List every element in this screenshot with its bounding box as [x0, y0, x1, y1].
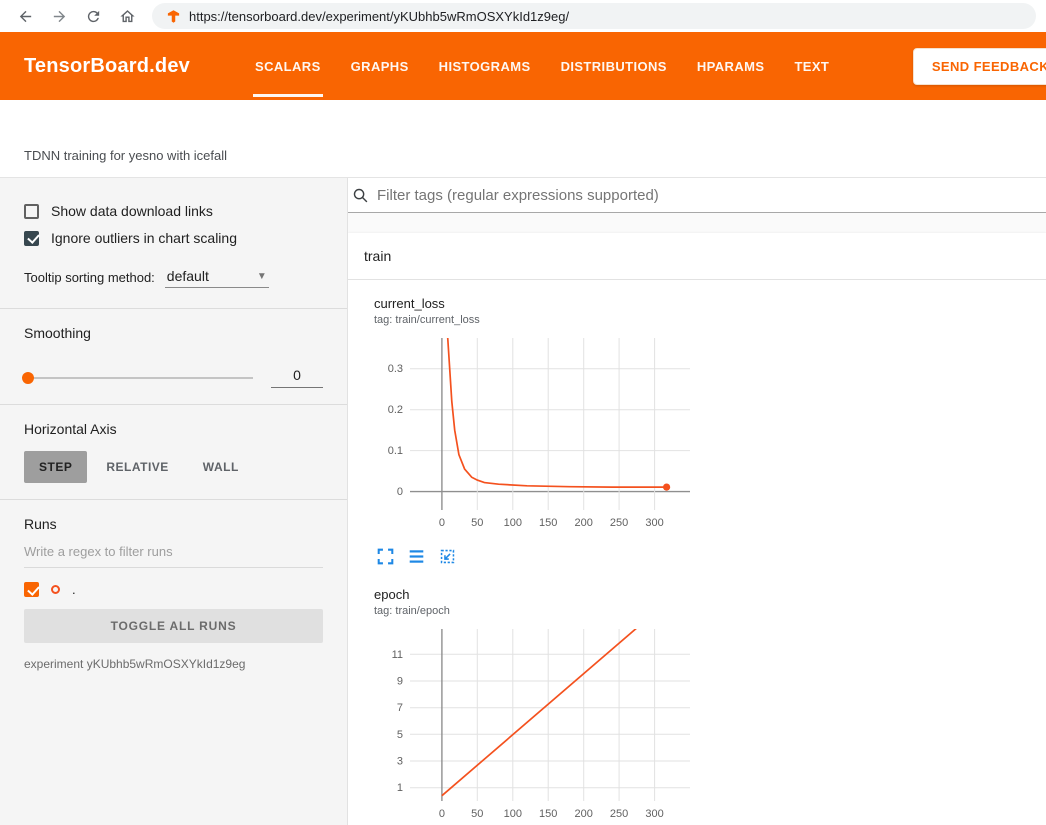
slider-thumb[interactable]: [22, 372, 34, 384]
svg-text:50: 50: [471, 808, 483, 820]
tab-hparams[interactable]: HPARAMS: [682, 32, 780, 100]
divider: [0, 404, 347, 405]
svg-text:9: 9: [397, 676, 403, 688]
divider: [0, 308, 347, 309]
svg-text:150: 150: [539, 808, 557, 820]
axis-relative-button[interactable]: RELATIVE: [91, 451, 183, 483]
svg-text:11: 11: [392, 649, 403, 661]
tab-distributions[interactable]: DISTRIBUTIONS: [546, 32, 682, 100]
dashboard-main: train current_loss tag: train/current_lo…: [348, 178, 1046, 825]
full-width-icon[interactable]: [408, 548, 425, 565]
run-name: .: [72, 582, 76, 597]
tooltip-sorting-select[interactable]: default ▼: [165, 268, 269, 288]
tooltip-sorting-label: Tooltip sorting method:: [24, 270, 155, 288]
tab-histograms[interactable]: HISTOGRAMS: [424, 32, 546, 100]
tag-group-title[interactable]: train: [348, 233, 1046, 280]
smoothing-slider[interactable]: [24, 377, 253, 379]
tag-filter-row: [348, 178, 1046, 213]
svg-text:100: 100: [504, 808, 522, 820]
svg-text:0.1: 0.1: [388, 445, 403, 457]
run-checkbox-icon[interactable]: [24, 582, 39, 597]
experiment-title: TDNN training for yesno with icefall: [24, 148, 227, 163]
chart-title: epoch: [374, 587, 705, 602]
svg-text:250: 250: [610, 517, 628, 529]
expand-chart-icon[interactable]: [377, 548, 394, 565]
svg-text:50: 50: [471, 517, 483, 529]
app-header: TensorBoard.dev SCALARS GRAPHS HISTOGRAM…: [0, 32, 1046, 100]
axis-wall-button[interactable]: WALL: [188, 451, 254, 483]
address-bar[interactable]: https://tensorboard.dev/experiment/yKUbh…: [152, 3, 1036, 29]
charts-grid: current_loss tag: train/current_loss 0 0.…: [348, 280, 1046, 825]
svg-text:200: 200: [575, 517, 593, 529]
settings-sidebar: Show data download links Ignore outliers…: [0, 178, 348, 825]
fit-domain-icon[interactable]: [439, 548, 456, 565]
experiment-title-strip: TDNN training for yesno with icefall: [0, 100, 1046, 178]
show-download-links-checkbox[interactable]: Show data download links: [24, 203, 323, 219]
dashboard-tabs: SCALARS GRAPHS HISTOGRAMS DISTRIBUTIONS …: [240, 32, 844, 100]
smoothing-label: Smoothing: [24, 325, 323, 341]
svg-text:100: 100: [504, 517, 522, 529]
reload-icon[interactable]: [78, 3, 108, 29]
home-icon[interactable]: [112, 3, 142, 29]
run-list-item[interactable]: .: [24, 582, 323, 597]
run-color-swatch-icon: [51, 585, 60, 594]
runs-filter-input[interactable]: [24, 534, 323, 568]
runs-label: Runs: [24, 516, 323, 532]
svg-text:0.2: 0.2: [388, 404, 403, 416]
url-text: https://tensorboard.dev/experiment/yKUbh…: [189, 9, 569, 24]
chart-card: current_loss tag: train/current_loss 0 0.…: [364, 296, 705, 579]
back-icon[interactable]: [10, 3, 40, 29]
chart-toolbar: [377, 548, 705, 565]
checkbox-unchecked-icon[interactable]: [24, 204, 39, 219]
axis-step-button[interactable]: STEP: [24, 451, 87, 483]
toggle-all-runs-button[interactable]: TOGGLE ALL RUNS: [24, 609, 323, 643]
chart-title: current_loss: [374, 296, 705, 311]
tab-text[interactable]: TEXT: [779, 32, 844, 100]
svg-text:0: 0: [439, 808, 445, 820]
chart-tag: tag: train/epoch: [374, 605, 705, 617]
train-tag-card: train current_loss tag: train/current_lo…: [348, 233, 1046, 825]
svg-text:7: 7: [397, 702, 403, 714]
checkbox-checked-icon[interactable]: [24, 231, 39, 246]
send-feedback-button[interactable]: SEND FEEDBACK: [913, 48, 1046, 85]
search-icon: [352, 187, 369, 204]
svg-text:0: 0: [439, 517, 445, 529]
line-chart[interactable]: 1 3 5 7 9 11 0 50 100 150 200 250 300: [364, 623, 699, 825]
ignore-outliers-checkbox[interactable]: Ignore outliers in chart scaling: [24, 230, 323, 246]
svg-text:300: 300: [645, 808, 663, 820]
divider: [0, 499, 347, 500]
smoothing-value-input[interactable]: 0: [271, 367, 323, 388]
browser-toolbar: https://tensorboard.dev/experiment/yKUbh…: [0, 0, 1046, 32]
svg-text:200: 200: [575, 808, 593, 820]
svg-text:3: 3: [397, 756, 403, 768]
experiment-id-note: experiment yKUbhb5wRmOSXYkId1z9eg: [24, 657, 323, 671]
tag-filter-input[interactable]: [377, 187, 1038, 204]
svg-text:0.3: 0.3: [388, 363, 403, 375]
horizontal-axis-label: Horizontal Axis: [24, 421, 323, 437]
svg-text:0: 0: [397, 486, 403, 498]
svg-text:250: 250: [610, 808, 628, 820]
forward-icon[interactable]: [44, 3, 74, 29]
tab-graphs[interactable]: GRAPHS: [336, 32, 424, 100]
tab-scalars[interactable]: SCALARS: [240, 32, 336, 100]
svg-text:1: 1: [397, 782, 403, 794]
svg-text:5: 5: [397, 729, 403, 741]
tensorboard-favicon: [166, 9, 181, 24]
line-chart[interactable]: 0 0.1 0.2 0.3 0 50 100 150 200 250 300: [364, 332, 699, 534]
chart-tag: tag: train/current_loss: [374, 314, 705, 326]
chevron-down-icon: ▼: [257, 271, 267, 282]
svg-text:300: 300: [645, 517, 663, 529]
app-title[interactable]: TensorBoard.dev: [24, 55, 190, 78]
svg-text:150: 150: [539, 517, 557, 529]
chart-card: epoch tag: train/epoch 1 3 5 7 9 11 0 50 100 150 2…: [364, 587, 705, 825]
